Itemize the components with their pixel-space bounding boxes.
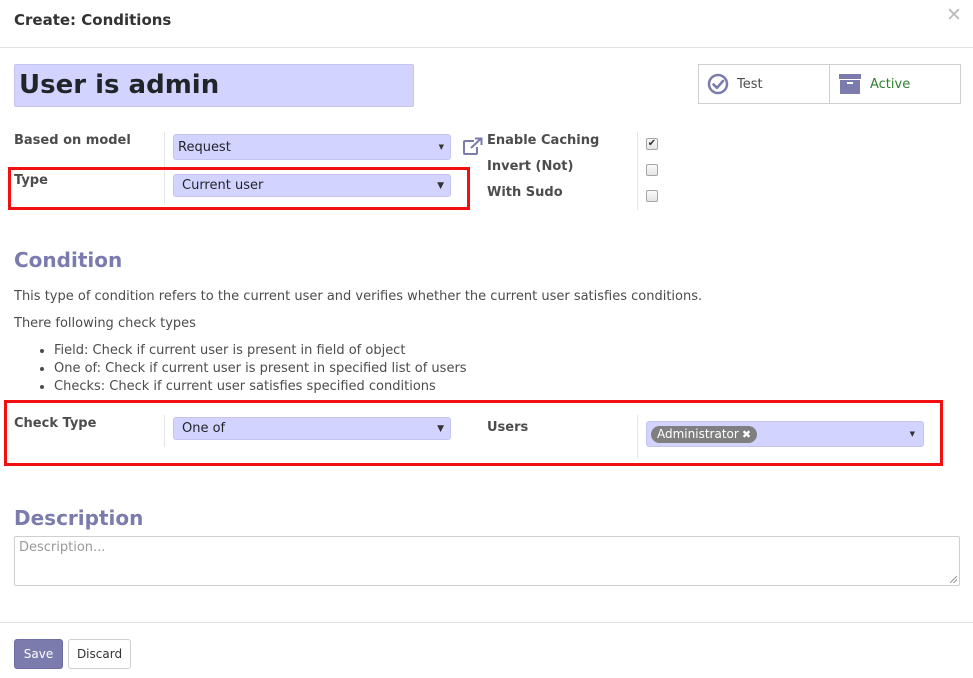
list-item: Field: Check if current user is present … xyxy=(54,342,467,360)
model-select[interactable]: Request ▼ xyxy=(173,134,451,160)
condition-section-title: Condition xyxy=(14,248,123,272)
external-link-icon[interactable] xyxy=(462,137,483,156)
check-types-list: Field: Check if current user is present … xyxy=(14,342,467,396)
with-sudo-checkbox[interactable] xyxy=(646,190,658,202)
description-section-title: Description xyxy=(14,506,144,530)
button-box: Test Active xyxy=(698,64,961,104)
active-button-label: Active xyxy=(870,76,911,92)
highlight-box-check-type xyxy=(4,400,943,466)
condition-name-input[interactable]: User is admin xyxy=(14,64,414,107)
active-toggle-button[interactable]: Active xyxy=(829,65,960,103)
model-label: Based on model xyxy=(14,133,131,148)
archive-icon xyxy=(839,74,861,94)
test-button[interactable]: Test xyxy=(699,65,829,103)
description-textarea[interactable]: Description... xyxy=(14,536,960,586)
enable-caching-checkbox[interactable]: ✔ xyxy=(646,138,658,150)
list-item: Checks: Check if current user satisfies … xyxy=(54,378,467,396)
caret-down-icon: ▼ xyxy=(438,143,444,151)
save-button[interactable]: Save xyxy=(14,639,63,669)
discard-button[interactable]: Discard xyxy=(68,639,131,669)
header-divider xyxy=(0,47,973,48)
resize-grip-icon[interactable] xyxy=(950,576,957,583)
check-circle-icon xyxy=(707,73,729,95)
test-button-label: Test xyxy=(737,76,763,92)
invert-label: Invert (Not) xyxy=(487,159,574,174)
check-types-intro-text: There following check types xyxy=(14,316,196,331)
modal-title: Create: Conditions xyxy=(14,11,172,29)
invert-checkbox[interactable] xyxy=(646,164,658,176)
footer-divider xyxy=(0,622,973,623)
model-select-value: Request xyxy=(178,139,231,155)
right-group-separator xyxy=(637,132,638,210)
list-item: One of: Check if current user is present… xyxy=(54,360,467,378)
condition-intro-text: This type of condition refers to the cur… xyxy=(14,289,703,304)
highlight-box-type xyxy=(8,167,470,210)
with-sudo-label: With Sudo xyxy=(487,185,563,200)
description-placeholder: Description... xyxy=(19,540,106,555)
enable-caching-label: Enable Caching xyxy=(487,133,600,148)
close-icon[interactable]: ✕ xyxy=(946,6,962,25)
